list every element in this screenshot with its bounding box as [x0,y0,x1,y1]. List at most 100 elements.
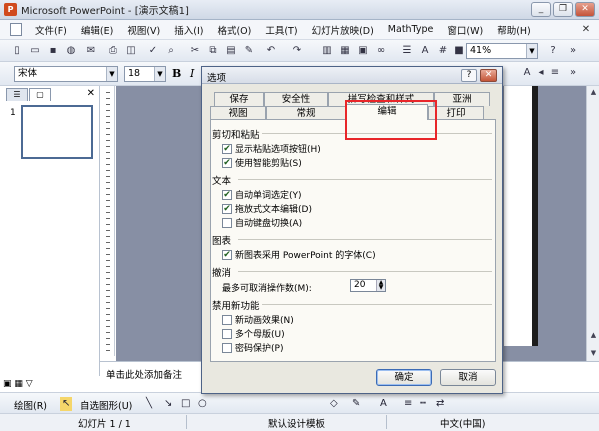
font-name-select[interactable]: 宋体 ▼ [14,66,118,82]
option-auto-keyboard[interactable]: 自动键盘切换(A) [222,216,302,229]
insert-table-icon[interactable]: ▦ [338,44,352,58]
line-icon[interactable]: ╲ [146,397,152,411]
menu-edit[interactable]: 编辑(E) [74,23,120,37]
tab-asian[interactable]: 亚洲 [434,92,490,106]
slide-thumbnail[interactable] [21,105,93,159]
tab-view[interactable]: 视图 [210,106,266,120]
decrease-font-icon[interactable]: ◂ [534,66,548,80]
scroll-up-icon[interactable]: ▲ [588,87,599,98]
tab-security[interactable]: 安全性 [264,92,328,106]
restore-button[interactable]: ❐ [553,2,573,17]
checkbox-unchecked-icon[interactable] [222,342,232,353]
spinner-arrows-icon[interactable]: ▲ ▼ [376,280,385,291]
spelling-icon[interactable]: ✓ [146,44,160,58]
format-painter-icon[interactable]: ✎ [242,44,256,58]
redo-icon[interactable]: ↷ [290,44,304,58]
insert-chart-icon[interactable]: ▥ [320,44,334,58]
option-password-protect[interactable]: 密码保护(P) [222,341,283,354]
help-icon[interactable]: ? [546,44,560,58]
menu-help[interactable]: 帮助(H) [490,23,538,37]
minimize-button[interactable]: _ [531,2,551,17]
checkbox-unchecked-icon[interactable] [222,328,232,339]
research-icon[interactable]: ⌕ [164,44,178,58]
option-new-chart-font[interactable]: ✔ 新图表采用 PowerPoint 的字体(C) [222,248,376,261]
cancel-button[interactable]: 取消 [440,369,496,386]
print-preview-icon[interactable]: ◫ [124,44,138,58]
tables-borders-icon[interactable]: ▣ [356,44,370,58]
oval-icon[interactable]: ○ [198,397,207,411]
dialog-help-button[interactable]: ? [461,69,477,82]
new-icon[interactable]: ▯ [10,44,24,58]
next-slide-icon[interactable]: ▼ [588,348,599,359]
menu-slideshow[interactable]: 幻灯片放映(D) [305,23,381,37]
tab-save[interactable]: 保存 [214,92,264,106]
outline-tab[interactable]: ☰ [6,88,28,101]
previous-slide-icon[interactable]: ▲ [588,330,599,341]
print-icon[interactable]: ⎙ [106,44,120,58]
cut-icon[interactable]: ✂ [188,44,202,58]
checkbox-unchecked-icon[interactable] [222,217,232,228]
option-drag-drop-text[interactable]: ✔ 拖放式文本编辑(D) [222,202,312,215]
sorter-view-icon[interactable]: ▦ [14,379,23,389]
menu-tools[interactable]: 工具(T) [258,23,304,37]
arrow-style-icon[interactable]: ⇄ [436,397,444,411]
show-formatting-icon[interactable]: A [418,44,432,58]
option-auto-select-word[interactable]: ✔ 自动单词选定(Y) [222,188,302,201]
dialog-close-button[interactable]: ✕ [480,69,497,82]
close-pane-icon[interactable]: ✕ [87,88,95,99]
vertical-scrollbar[interactable]: ▲ ▲ ▼ [586,86,599,361]
checkbox-unchecked-icon[interactable] [222,314,232,325]
increase-font-icon[interactable]: A [520,66,534,80]
copy-icon[interactable]: ⧉ [206,44,220,58]
color-grayscale-icon[interactable]: ■ [452,44,466,58]
toolbar-options-icon[interactable]: » [566,44,580,58]
close-document-icon[interactable]: ✕ [579,23,593,36]
option-show-paste-buttons[interactable]: ✔ 显示粘贴选项按钮(H) [222,142,321,155]
save-icon[interactable]: ▪ [46,44,60,58]
normal-view-icon[interactable]: ▣ [3,379,12,389]
permission-icon[interactable]: ◍ [64,44,78,58]
undo-levels-spinner[interactable]: 20 ▲ ▼ [350,279,386,292]
hyperlink-icon[interactable]: ∞ [374,44,388,58]
checkbox-checked-icon[interactable]: ✔ [222,157,232,168]
font-size-select[interactable]: 18 ▼ [124,66,166,82]
option-new-animation[interactable]: 新动画效果(N) [222,313,294,326]
paste-icon[interactable]: ▤ [224,44,238,58]
select-objects-icon[interactable]: ↖ [60,397,73,411]
font-color-icon[interactable]: A [380,397,387,411]
zoom-select[interactable]: 41% ▼ [466,43,538,59]
toolbar-options-icon[interactable]: » [566,66,580,80]
draw-menu[interactable]: 绘图(R) [14,398,47,412]
italic-button[interactable]: I [190,67,194,80]
tab-general[interactable]: 常规 [266,106,346,120]
slideshow-view-icon[interactable]: ▽ [26,379,33,389]
checkbox-checked-icon[interactable]: ✔ [222,203,232,214]
menu-insert[interactable]: 插入(I) [167,23,210,37]
menu-format[interactable]: 格式(O) [210,23,258,37]
option-multiple-masters[interactable]: 多个母版(U) [222,327,285,340]
autoshapes-menu[interactable]: 自选图形(U) [80,398,132,412]
option-smart-cut-paste[interactable]: ✔ 使用智能剪贴(S) [222,156,302,169]
checkbox-checked-icon[interactable]: ✔ [222,189,232,200]
open-icon[interactable]: ▭ [28,44,42,58]
close-window-button[interactable]: ✕ [575,2,595,17]
design-icon[interactable]: ≡ [548,66,562,80]
checkbox-checked-icon[interactable]: ✔ [222,249,232,260]
slide-canvas[interactable] [504,86,534,346]
email-icon[interactable]: ✉ [84,44,98,58]
bold-button[interactable]: B [172,67,181,80]
fill-color-icon[interactable]: ◇ [330,397,338,411]
rectangle-icon[interactable]: □ [181,397,190,411]
menu-file[interactable]: 文件(F) [28,23,74,37]
menu-view[interactable]: 视图(V) [120,23,167,37]
slides-tab[interactable]: ▢ [29,88,51,101]
ok-button[interactable]: 确定 [376,369,432,386]
arrow-icon[interactable]: ↘ [164,397,172,411]
checkbox-checked-icon[interactable]: ✔ [222,143,232,154]
menu-window[interactable]: 窗口(W) [440,23,490,37]
expand-all-icon[interactable]: ☰ [400,44,414,58]
undo-icon[interactable]: ↶ [264,44,278,58]
line-color-icon[interactable]: ✎ [352,397,360,411]
menu-mathtype[interactable]: MathType [381,24,441,35]
line-style-icon[interactable]: ≡ [404,397,412,411]
